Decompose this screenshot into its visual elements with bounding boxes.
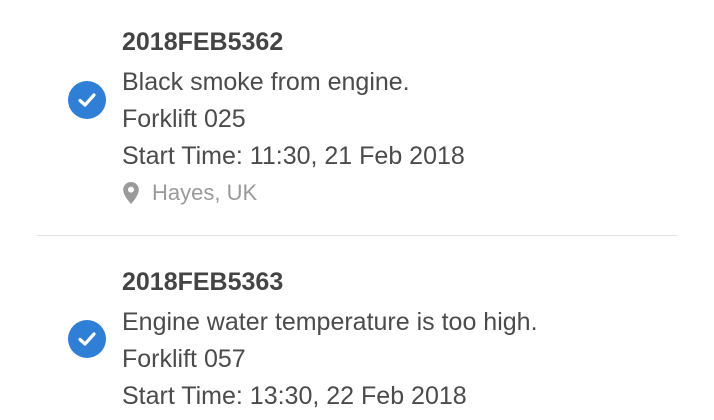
check-circle-icon — [68, 320, 106, 358]
ticket-start-time: Start Time: 13:30, 22 Feb 2018 — [122, 382, 467, 410]
ticket-id: 2018FEB5362 — [122, 28, 284, 56]
ticket-asset: Forklift 025 — [122, 105, 246, 133]
list-divider — [37, 235, 677, 236]
check-circle-icon — [68, 81, 106, 119]
ticket-list: 2018FEB5362 Black smoke from engine. For… — [0, 0, 714, 420]
ticket-details: 2018FEB5363 Engine water temperature is … — [122, 266, 694, 415]
ticket-location: Hayes, UK — [122, 178, 694, 208]
ticket-location-label: Hayes, UK — [152, 180, 258, 205]
ticket-description: Black smoke from engine. — [122, 68, 410, 96]
ticket-list-item[interactable]: 2018FEB5363 Engine water temperature is … — [0, 237, 714, 420]
map-pin-icon — [122, 181, 140, 205]
ticket-id: 2018FEB5363 — [122, 268, 284, 296]
ticket-description: Engine water temperature is too high. — [122, 308, 538, 336]
ticket-start-time: Start Time: 11:30, 21 Feb 2018 — [122, 142, 465, 170]
ticket-asset: Forklift 057 — [122, 345, 246, 373]
ticket-list-item[interactable]: 2018FEB5362 Black smoke from engine. For… — [0, 0, 714, 236]
ticket-details: 2018FEB5362 Black smoke from engine. For… — [122, 26, 694, 208]
